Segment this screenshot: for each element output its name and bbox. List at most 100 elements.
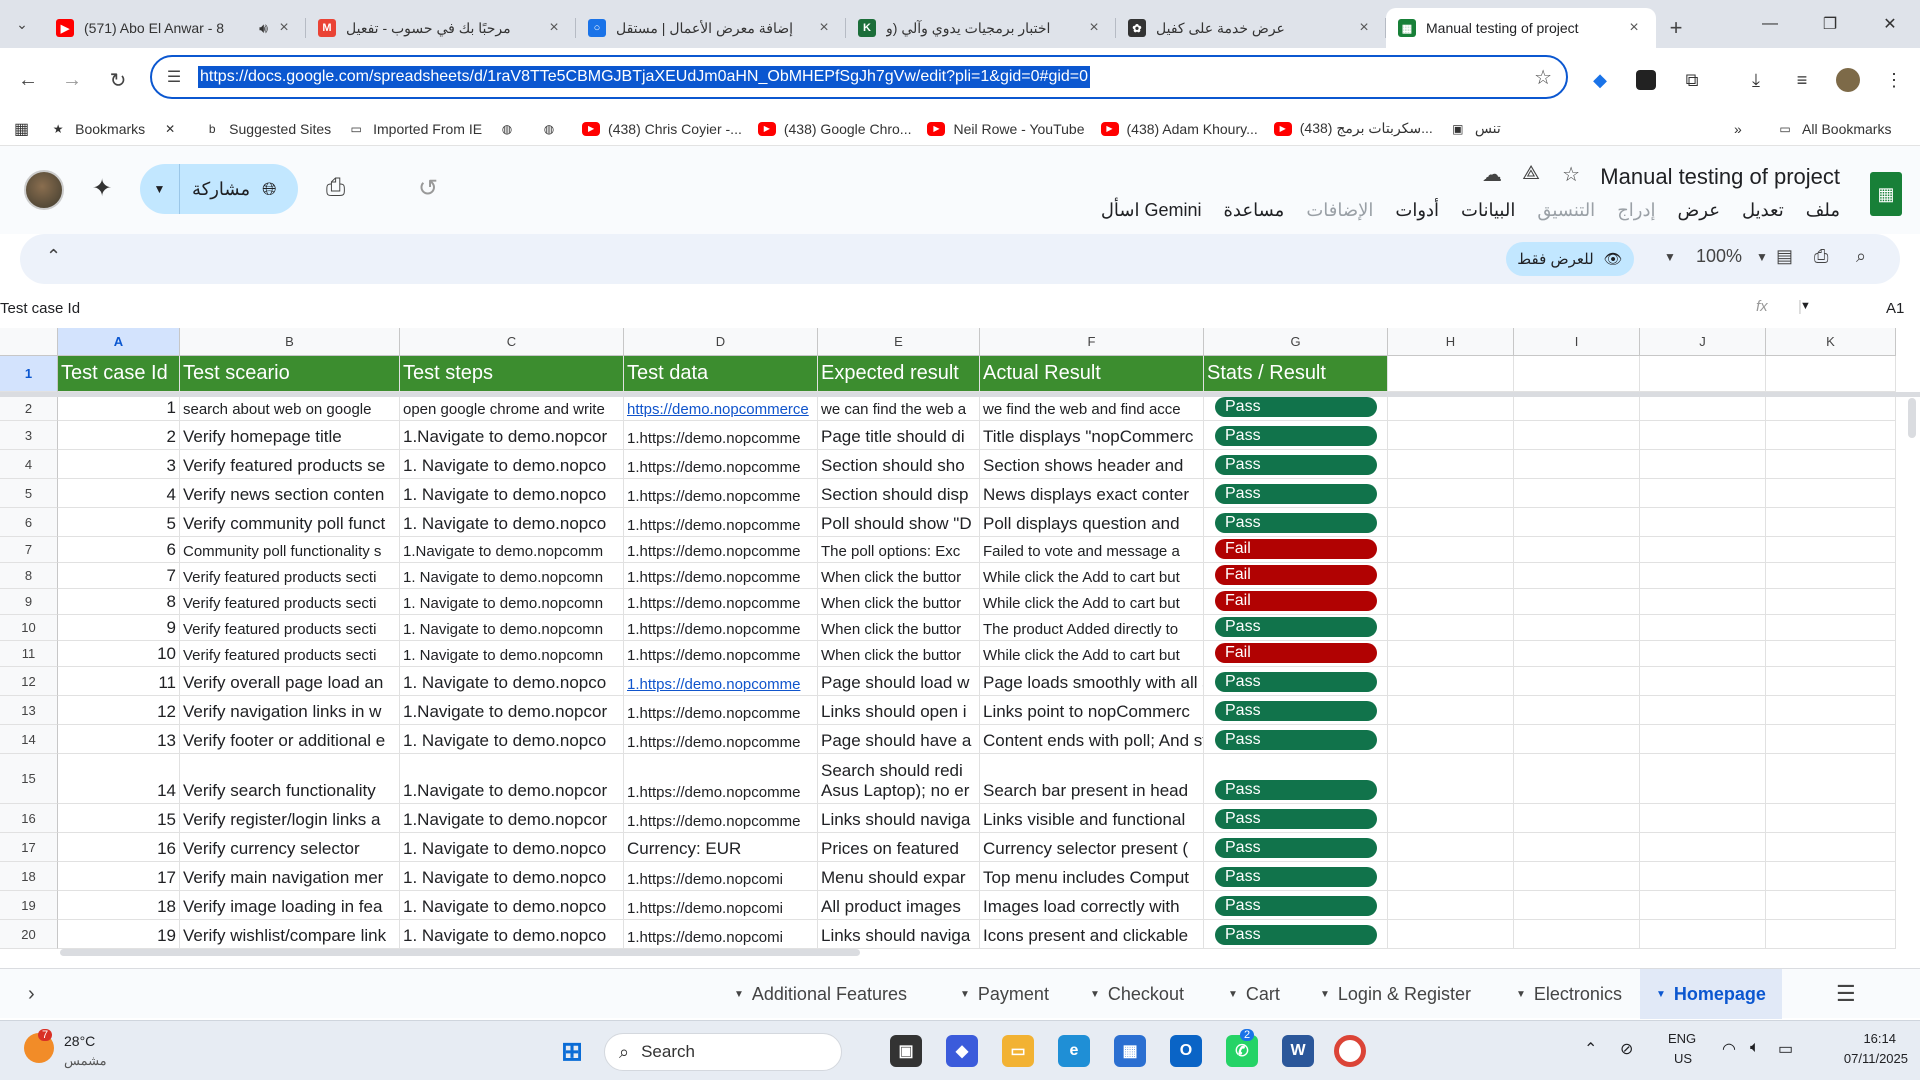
tab-close-icon[interactable]: ×	[814, 19, 834, 37]
minimize-button[interactable]: —	[1740, 0, 1800, 48]
scenario-cell[interactable]: Verify featured products secti	[180, 563, 400, 589]
empty-cell[interactable]	[1514, 615, 1640, 641]
empty-cell[interactable]	[1388, 725, 1514, 754]
header-cell[interactable]: Test steps	[400, 356, 624, 392]
bookmark-item[interactable]: ▶ (438) سكربتات برمج...	[1273, 120, 1433, 137]
test-data-cell[interactable]: 1.https://demo.nopcomme	[624, 696, 818, 725]
empty-cell[interactable]	[1766, 920, 1896, 949]
caret-down-icon[interactable]: ▼	[1090, 989, 1100, 1000]
empty-cell[interactable]	[1640, 754, 1766, 804]
expected-cell[interactable]: Page should load w	[818, 667, 980, 696]
empty-cell[interactable]	[1514, 696, 1640, 725]
zoom-select[interactable]: 100%	[1696, 246, 1742, 267]
empty-cell[interactable]	[1640, 479, 1766, 508]
collapse-menus-icon[interactable]: ⌃	[46, 246, 61, 267]
status-cell[interactable]: Pass	[1204, 667, 1388, 696]
status-cell[interactable]: Pass	[1204, 615, 1388, 641]
status-cell[interactable]: Pass	[1204, 508, 1388, 537]
row-header[interactable]: 12	[0, 667, 58, 696]
expected-cell[interactable]: Prices on featured	[818, 833, 980, 862]
empty-cell[interactable]	[1388, 397, 1514, 421]
status-cell[interactable]: Fail	[1204, 563, 1388, 589]
actual-cell[interactable]: Links point to nopCommerc	[980, 696, 1204, 725]
actual-cell[interactable]: Images load correctly with	[980, 891, 1204, 920]
empty-cell[interactable]	[1766, 804, 1896, 833]
namebox-dropdown-icon[interactable]: ▼	[1800, 300, 1811, 312]
empty-cell[interactable]	[1640, 833, 1766, 862]
steps-cell[interactable]: 1.Navigate to demo.nopcor	[400, 696, 624, 725]
status-chip[interactable]: Pass	[1215, 780, 1377, 800]
expected-cell[interactable]: Section should disp	[818, 479, 980, 508]
row-header[interactable]: 18	[0, 862, 58, 891]
formula-input[interactable]: Test case Id	[0, 300, 80, 317]
empty-cell[interactable]	[1766, 537, 1896, 563]
zoom-dropdown-icon[interactable]: ▼	[1756, 250, 1768, 264]
taskbar-search[interactable]: ⌕ Search	[604, 1033, 842, 1071]
test-id-cell[interactable]: 12	[58, 696, 180, 725]
gemini-sparkle-icon[interactable]: ✦	[92, 174, 112, 203]
wifi-icon[interactable]: ◠	[1722, 1039, 1736, 1059]
restore-button[interactable]: ❐	[1800, 0, 1860, 48]
column-header[interactable]: H	[1388, 328, 1514, 356]
expected-cell[interactable]: When click the buttor	[818, 615, 980, 641]
row-header[interactable]: 20	[0, 920, 58, 949]
test-data-cell[interactable]: 1.https://demo.nopcomi	[624, 891, 818, 920]
column-header[interactable]: I	[1514, 328, 1640, 356]
status-cell[interactable]: Pass	[1204, 450, 1388, 479]
status-cell[interactable]: Fail	[1204, 589, 1388, 615]
status-chip[interactable]: Pass	[1215, 397, 1377, 417]
expected-cell[interactable]: Page should have a	[818, 725, 980, 754]
sheet-tab[interactable]: ▼ Payment	[960, 969, 1049, 1019]
expected-cell[interactable]: Search should redi Asus Laptop); no er	[818, 754, 980, 804]
test-data-cell[interactable]: 1.https://demo.nopcomme	[624, 667, 818, 696]
empty-cell[interactable]	[1766, 725, 1896, 754]
test-data-cell[interactable]: Currency: EUR	[624, 833, 818, 862]
column-header[interactable]: B	[180, 328, 400, 356]
empty-cell[interactable]	[1766, 754, 1896, 804]
test-id-cell[interactable]: 17	[58, 862, 180, 891]
tab-close-icon[interactable]: ×	[1624, 19, 1644, 37]
empty-cell[interactable]	[1514, 833, 1640, 862]
bookmark-item[interactable]: ▶ Neil Rowe - YouTube	[927, 121, 1085, 137]
steps-cell[interactable]: 1. Navigate to demo.nopcomn	[400, 589, 624, 615]
empty-cell[interactable]	[1640, 696, 1766, 725]
windows-start-icon[interactable]: ⊞	[556, 1035, 588, 1067]
empty-cell[interactable]	[1388, 862, 1514, 891]
share-button[interactable]: ▼ مشاركة 🌐︎	[140, 164, 298, 214]
test-id-cell[interactable]: 16	[58, 833, 180, 862]
scenario-cell[interactable]: Verify featured products secti	[180, 641, 400, 667]
column-header[interactable]: G	[1204, 328, 1388, 356]
chevron-down-icon[interactable]: ▼	[140, 164, 180, 214]
document-title[interactable]: Manual testing of project	[1600, 164, 1840, 190]
sheet-nav-arrow-icon[interactable]: ›	[28, 969, 35, 1019]
empty-cell[interactable]	[1766, 696, 1896, 725]
steps-cell[interactable]: 1. Navigate to demo.nopco	[400, 891, 624, 920]
audio-icon[interactable]: 🔊︎	[259, 20, 268, 37]
row-header[interactable]: 14	[0, 725, 58, 754]
star-icon[interactable]: ☆	[1562, 162, 1580, 187]
caret-down-icon[interactable]: ▼	[1516, 989, 1526, 1000]
empty-cell[interactable]	[1514, 667, 1640, 696]
volume-icon[interactable]: 🔈︎	[1750, 1039, 1760, 1057]
browser-tab[interactable]: ▶ (571) Abo El Anwar - 8 🔊︎ ×	[44, 8, 306, 48]
test-data-cell[interactable]: 1.https://demo.nopcomme	[624, 725, 818, 754]
scenario-cell[interactable]: Verify featured products se	[180, 450, 400, 479]
header-cell[interactable]: Test data	[624, 356, 818, 392]
empty-cell[interactable]	[1640, 397, 1766, 421]
expected-cell[interactable]: The poll options: Exc	[818, 537, 980, 563]
row-header[interactable]: 2	[0, 397, 58, 421]
status-chip[interactable]: Pass	[1215, 617, 1377, 637]
empty-cell[interactable]	[1388, 891, 1514, 920]
caret-down-icon[interactable]: ▼	[1656, 989, 1666, 1000]
empty-cell[interactable]	[1640, 641, 1766, 667]
actual-cell[interactable]: Top menu includes Comput	[980, 862, 1204, 891]
test-id-cell[interactable]: 11	[58, 667, 180, 696]
bookmark-item[interactable]: ✕	[161, 122, 187, 136]
sheet-tab[interactable]: ▼ Login & Register	[1320, 969, 1471, 1019]
caret-down-icon[interactable]: ▼	[734, 989, 744, 1000]
empty-cell[interactable]	[1514, 421, 1640, 450]
search-icon[interactable]: ⌕	[1856, 246, 1866, 267]
test-data-cell[interactable]: 1.https://demo.nopcomme	[624, 615, 818, 641]
browser-tab[interactable]: K اختبار برمجيات يدوي وآلي (و ×	[846, 8, 1116, 48]
row-header[interactable]: 6	[0, 508, 58, 537]
